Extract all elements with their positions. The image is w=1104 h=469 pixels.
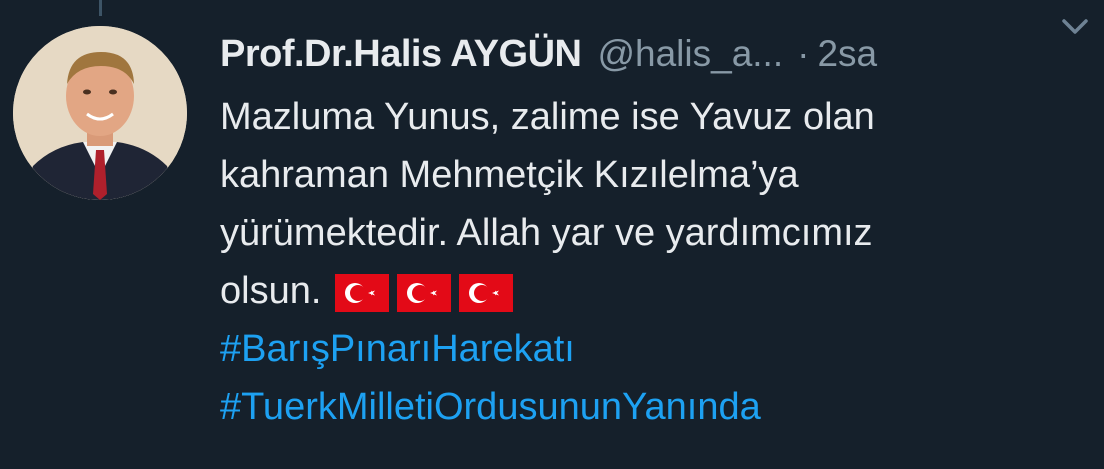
tweet-text-line-with-flags: olsun. [220, 262, 1070, 320]
tweet-text-line: Mazluma Yunus, zalime ise Yavuz olan [220, 96, 875, 138]
avatar-photo [13, 26, 187, 200]
tweet-header: Prof.Dr.Halis AYGÜN @halis_a... · 2sa [220, 26, 1090, 82]
display-name[interactable]: Prof.Dr.Halis AYGÜN [220, 33, 582, 76]
tweet-text-line: kahraman Mehmetçik Kızılelma’ya [220, 154, 799, 196]
hashtag-link[interactable]: #TuerkMilletiOrdusununYanında [220, 378, 1070, 436]
tweet-text-line: olsun. [220, 270, 322, 312]
flag-emojis [335, 273, 514, 312]
tweet[interactable]: Prof.Dr.Halis AYGÜN @halis_a... · 2sa Ma… [0, 0, 1104, 469]
tweet-text: Mazluma Yunus, zalime ise Yavuz olan kah… [220, 88, 1070, 436]
timestamp[interactable]: 2sa [817, 33, 877, 75]
separator: · [797, 33, 810, 74]
turkey-flag-icon [397, 273, 452, 312]
user-handle[interactable]: @halis_a... [597, 33, 783, 75]
thread-line [99, 0, 102, 16]
turkey-flag-icon [335, 273, 390, 312]
hashtag-link[interactable]: #BarışPınarıHarekatı [220, 320, 1070, 378]
avatar[interactable] [13, 26, 187, 200]
tweet-text-line: yürümektedir. Allah yar ve yardımcımız [220, 212, 873, 254]
turkey-flag-icon [459, 273, 514, 312]
chevron-down-icon[interactable] [1058, 12, 1092, 42]
